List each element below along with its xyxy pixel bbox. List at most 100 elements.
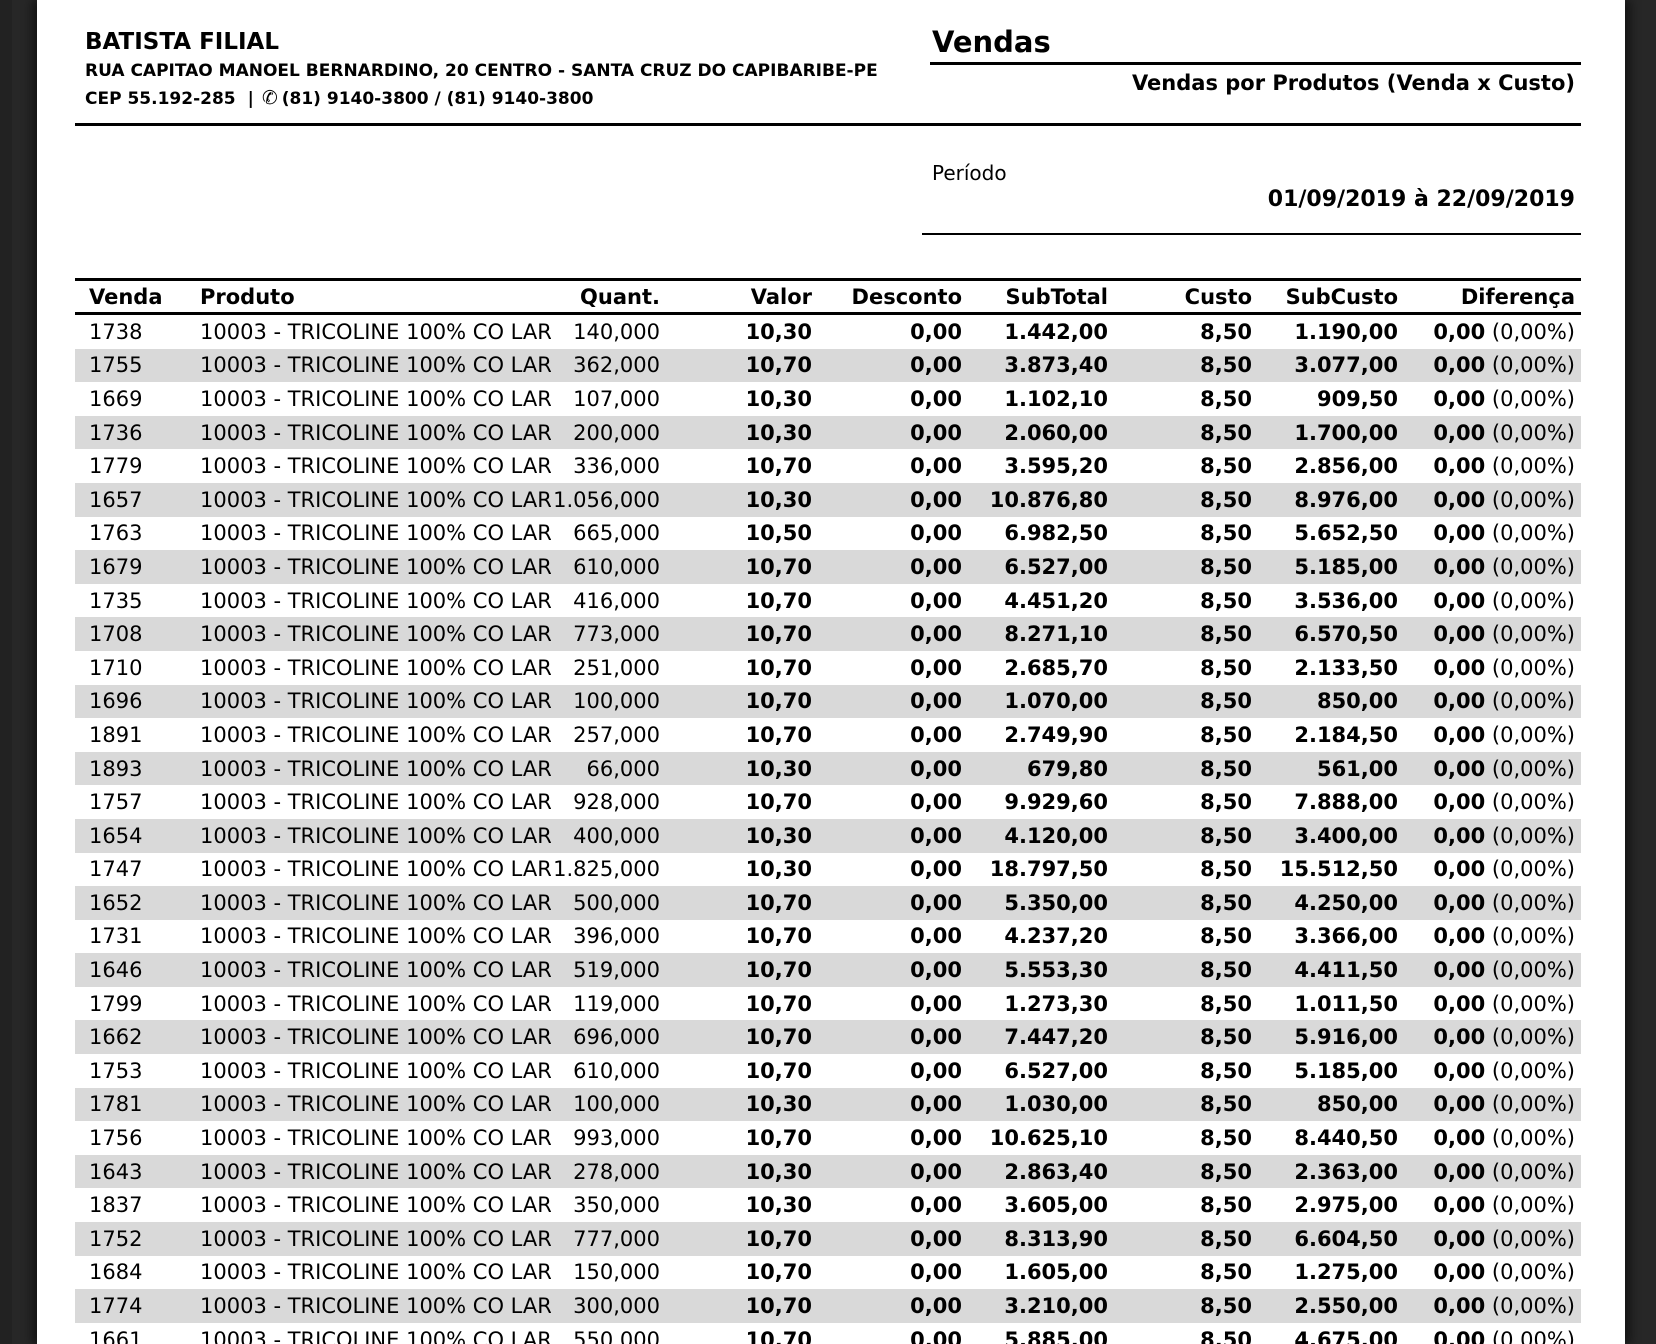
cell-custo: 8,50 bbox=[1108, 521, 1252, 545]
cell-quant: 300,000 bbox=[551, 1294, 660, 1318]
cell-diferenca: 0,00 (0,00%) bbox=[1398, 992, 1575, 1016]
cell-subcusto: 15.512,50 bbox=[1252, 857, 1398, 881]
cell-venda: 1756 bbox=[75, 1126, 186, 1150]
cell-desconto: 0,00 bbox=[812, 1059, 962, 1083]
cell-custo: 8,50 bbox=[1108, 656, 1252, 680]
cell-subcusto: 5.185,00 bbox=[1252, 555, 1398, 579]
column-header-subcusto: SubCusto bbox=[1252, 285, 1398, 309]
diferenca-percent: (0,00%) bbox=[1485, 1025, 1575, 1049]
cell-subtotal: 10.625,10 bbox=[962, 1126, 1108, 1150]
cell-desconto: 0,00 bbox=[812, 1126, 962, 1150]
cell-valor: 10,70 bbox=[660, 924, 812, 948]
cell-custo: 8,50 bbox=[1108, 1160, 1252, 1184]
company-cep: CEP 55.192-285 bbox=[85, 89, 236, 109]
cell-diferenca: 0,00 (0,00%) bbox=[1398, 891, 1575, 915]
column-header-venda: Venda bbox=[75, 285, 186, 309]
cell-custo: 8,50 bbox=[1108, 958, 1252, 982]
cell-valor: 10,70 bbox=[660, 656, 812, 680]
table-row: 183710003 - TRICOLINE 100% CO LARG350,00… bbox=[75, 1188, 1581, 1222]
cell-desconto: 0,00 bbox=[812, 1227, 962, 1251]
cell-subcusto: 1.700,00 bbox=[1252, 421, 1398, 445]
cell-produto: 10003 - TRICOLINE 100% CO LARG bbox=[186, 1227, 551, 1251]
cell-produto: 10003 - TRICOLINE 100% CO LARG bbox=[186, 1294, 551, 1318]
cell-valor: 10,30 bbox=[660, 757, 812, 781]
cell-diferenca: 0,00 (0,00%) bbox=[1398, 689, 1575, 713]
cell-venda: 1735 bbox=[75, 589, 186, 613]
cell-produto: 10003 - TRICOLINE 100% CO LARG bbox=[186, 992, 551, 1016]
cell-subtotal: 1.605,00 bbox=[962, 1260, 1108, 1284]
cell-subcusto: 1.190,00 bbox=[1252, 320, 1398, 344]
cell-produto: 10003 - TRICOLINE 100% CO LARG bbox=[186, 757, 551, 781]
column-header-desconto: Desconto bbox=[812, 285, 962, 309]
diferenca-value: 0,00 bbox=[1433, 1092, 1485, 1116]
cell-valor: 10,70 bbox=[660, 454, 812, 478]
cell-quant: 550,000 bbox=[551, 1328, 660, 1344]
column-header-diferenca: Diferença bbox=[1398, 285, 1575, 309]
diferenca-percent: (0,00%) bbox=[1485, 1328, 1575, 1344]
cell-subtotal: 1.442,00 bbox=[962, 320, 1108, 344]
cell-diferenca: 0,00 (0,00%) bbox=[1398, 353, 1575, 377]
viewer-left-edge bbox=[0, 0, 12, 1344]
table-row: 166110003 - TRICOLINE 100% CO LARG550,00… bbox=[75, 1323, 1581, 1344]
separator: | bbox=[248, 89, 254, 109]
pdf-viewer-background: BATISTA FILIAL RUA CAPITAO MANOEL BERNAR… bbox=[0, 0, 1656, 1344]
cell-subtotal: 1.273,30 bbox=[962, 992, 1108, 1016]
cell-produto: 10003 - TRICOLINE 100% CO LARG bbox=[186, 421, 551, 445]
cell-venda: 1684 bbox=[75, 1260, 186, 1284]
cell-subtotal: 10.876,80 bbox=[962, 488, 1108, 512]
cell-subtotal: 18.797,50 bbox=[962, 857, 1108, 881]
cell-custo: 8,50 bbox=[1108, 320, 1252, 344]
cell-diferenca: 0,00 (0,00%) bbox=[1398, 387, 1575, 411]
cell-produto: 10003 - TRICOLINE 100% CO LARG bbox=[186, 353, 551, 377]
cell-produto: 10003 - TRICOLINE 100% CO LARG bbox=[186, 521, 551, 545]
table-row: 171010003 - TRICOLINE 100% CO LARG251,00… bbox=[75, 651, 1581, 685]
cell-desconto: 0,00 bbox=[812, 589, 962, 613]
diferenca-percent: (0,00%) bbox=[1485, 555, 1575, 579]
diferenca-value: 0,00 bbox=[1433, 992, 1485, 1016]
table-row: 177410003 - TRICOLINE 100% CO LARG300,00… bbox=[75, 1289, 1581, 1323]
cell-subtotal: 8.313,90 bbox=[962, 1227, 1108, 1251]
diferenca-percent: (0,00%) bbox=[1485, 757, 1575, 781]
diferenca-value: 0,00 bbox=[1433, 958, 1485, 982]
diferenca-percent: (0,00%) bbox=[1485, 1059, 1575, 1083]
cell-venda: 1779 bbox=[75, 454, 186, 478]
table-row: 173510003 - TRICOLINE 100% CO LARG416,00… bbox=[75, 584, 1581, 618]
cell-produto: 10003 - TRICOLINE 100% CO LARG bbox=[186, 1160, 551, 1184]
cell-subcusto: 3.400,00 bbox=[1252, 824, 1398, 848]
cell-custo: 8,50 bbox=[1108, 1025, 1252, 1049]
cell-custo: 8,50 bbox=[1108, 622, 1252, 646]
cell-subtotal: 3.595,20 bbox=[962, 454, 1108, 478]
cell-quant: 119,000 bbox=[551, 992, 660, 1016]
cell-desconto: 0,00 bbox=[812, 857, 962, 881]
cell-subtotal: 4.120,00 bbox=[962, 824, 1108, 848]
cell-subtotal: 5.350,00 bbox=[962, 891, 1108, 915]
cell-produto: 10003 - TRICOLINE 100% CO LARG bbox=[186, 689, 551, 713]
diferenca-percent: (0,00%) bbox=[1485, 353, 1575, 377]
cell-subtotal: 1.102,10 bbox=[962, 387, 1108, 411]
diferenca-value: 0,00 bbox=[1433, 1059, 1485, 1083]
company-address: RUA CAPITAO MANOEL BERNARDINO, 20 CENTRO… bbox=[85, 61, 878, 81]
cell-venda: 1654 bbox=[75, 824, 186, 848]
cell-desconto: 0,00 bbox=[812, 1025, 962, 1049]
cell-quant: 610,000 bbox=[551, 555, 660, 579]
period-value: 01/09/2019 à 22/09/2019 bbox=[930, 187, 1575, 212]
cell-subtotal: 6.527,00 bbox=[962, 1059, 1108, 1083]
cell-produto: 10003 - TRICOLINE 100% CO LARG bbox=[186, 622, 551, 646]
diferenca-value: 0,00 bbox=[1433, 421, 1485, 445]
diferenca-percent: (0,00%) bbox=[1485, 958, 1575, 982]
cell-valor: 10,30 bbox=[660, 824, 812, 848]
diferenca-percent: (0,00%) bbox=[1485, 521, 1575, 545]
diferenca-percent: (0,00%) bbox=[1485, 387, 1575, 411]
company-phones: (81) 9140-3800 / (81) 9140-3800 bbox=[282, 89, 594, 109]
cell-quant: 416,000 bbox=[551, 589, 660, 613]
cell-desconto: 0,00 bbox=[812, 1328, 962, 1344]
cell-venda: 1738 bbox=[75, 320, 186, 344]
diferenca-percent: (0,00%) bbox=[1485, 1260, 1575, 1284]
cell-custo: 8,50 bbox=[1108, 1260, 1252, 1284]
cell-desconto: 0,00 bbox=[812, 1092, 962, 1116]
table-row: 178110003 - TRICOLINE 100% CO LARG100,00… bbox=[75, 1088, 1581, 1122]
diferenca-value: 0,00 bbox=[1433, 824, 1485, 848]
cell-diferenca: 0,00 (0,00%) bbox=[1398, 320, 1575, 344]
cell-desconto: 0,00 bbox=[812, 454, 962, 478]
cell-quant: 278,000 bbox=[551, 1160, 660, 1184]
